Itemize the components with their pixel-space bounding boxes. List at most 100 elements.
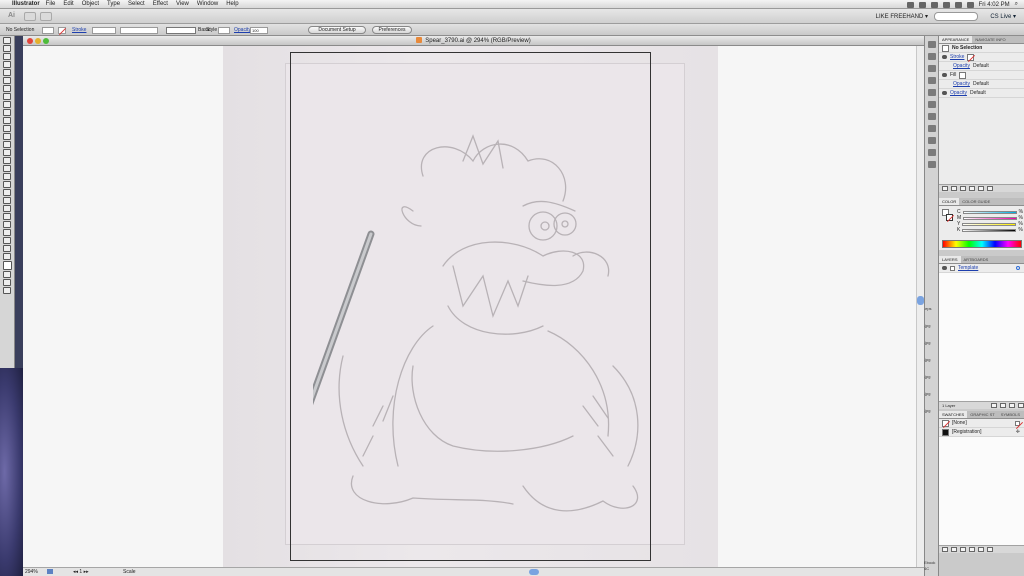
width-tool-icon[interactable]	[3, 149, 11, 156]
clock[interactable]: Fri 4:02 PM	[979, 2, 1010, 8]
blob-brush-tool-icon[interactable]	[3, 117, 11, 124]
swatch-name[interactable]: [None]	[952, 420, 967, 426]
artboard-nav[interactable]: ◂◂ 1 ▸▸	[73, 569, 89, 575]
eyedropper-tool-icon[interactable]	[3, 197, 11, 204]
desktop-label[interactable]: Ebook	[924, 560, 935, 565]
stroke-link[interactable]: Stroke	[72, 27, 86, 33]
tab-layers[interactable]: LAYERS	[939, 256, 961, 263]
graphic-styles-panel-icon[interactable]	[928, 113, 936, 120]
menu-window[interactable]: Window	[197, 1, 218, 7]
stroke-opacity-link[interactable]: Opacity	[953, 63, 970, 69]
visibility-eye-icon[interactable]	[942, 91, 947, 95]
cyan-slider[interactable]	[962, 210, 1017, 214]
slice-tool-icon[interactable]	[3, 237, 11, 244]
zoom-dropdown-icon[interactable]	[47, 569, 53, 574]
stroke-weight-field[interactable]	[92, 26, 116, 34]
style-dropdown[interactable]	[218, 26, 230, 34]
battery-icon[interactable]	[966, 1, 974, 8]
stroke-swatch[interactable]	[58, 26, 66, 34]
selection-tool-icon[interactable]	[3, 37, 11, 44]
dropbox-icon[interactable]	[906, 1, 914, 8]
direct-selection-tool-icon[interactable]	[3, 45, 11, 52]
swatch-libraries-icon[interactable]	[942, 547, 948, 552]
tab-symbols[interactable]: SYMBOLS	[998, 411, 1023, 418]
fill-opacity-link[interactable]: Opacity	[953, 81, 970, 87]
menu-file[interactable]: File	[46, 1, 56, 7]
paintbrush-tool-icon[interactable]	[3, 101, 11, 108]
visibility-eye-icon[interactable]	[942, 73, 947, 77]
brushes-panel-icon[interactable]	[928, 137, 936, 144]
bridge-button[interactable]	[24, 12, 36, 21]
zoom-level-field[interactable]: 294%	[25, 569, 38, 575]
magic-wand-tool-icon[interactable]	[3, 53, 11, 60]
delete-swatch-icon[interactable]	[987, 547, 993, 552]
preferences-button[interactable]: Preferences	[372, 26, 412, 34]
swatch-name[interactable]: [Registration]	[952, 429, 981, 435]
delete-layer-icon[interactable]	[1018, 403, 1024, 408]
opentype-panel-icon[interactable]	[928, 65, 936, 72]
line-tool-icon[interactable]	[3, 85, 11, 92]
document-setup-button[interactable]: Document Setup	[308, 26, 366, 34]
shape-builder-tool-icon[interactable]	[3, 165, 11, 172]
free-transform-tool-icon[interactable]	[3, 157, 11, 164]
file-label[interactable]: .jpg	[924, 323, 938, 328]
rotate-tool-icon[interactable]	[3, 133, 11, 140]
volume-icon[interactable]	[954, 1, 962, 8]
zoom-window-icon[interactable]	[43, 38, 49, 44]
fill-attribute-label[interactable]: Fill	[950, 72, 956, 78]
layer-visibility-icon[interactable]	[942, 266, 947, 270]
layer-name[interactable]: Template	[958, 265, 978, 271]
blend-tool-icon[interactable]	[3, 205, 11, 212]
current-tool-status[interactable]: Scale	[123, 569, 136, 575]
stroke-none-swatch[interactable]	[967, 53, 975, 61]
tab-color[interactable]: COLOR	[939, 198, 960, 205]
stroke-color-proxy[interactable]	[946, 214, 953, 221]
pencil-tool-icon[interactable]	[3, 109, 11, 116]
file-label[interactable]: .jpg	[924, 391, 938, 396]
none-swatch[interactable]	[942, 419, 949, 427]
vertical-scrollbar[interactable]	[916, 46, 924, 567]
scale-tool-icon[interactable]	[3, 141, 11, 148]
type-panel-icon[interactable]	[928, 149, 936, 156]
type-tool-icon[interactable]	[3, 77, 11, 84]
file-label[interactable]: .jpg	[924, 374, 938, 379]
app-menu[interactable]: Illustrator	[12, 1, 40, 7]
tab-swatches[interactable]: SWATCHES	[939, 411, 968, 418]
search-input[interactable]	[934, 12, 978, 21]
black-slider[interactable]	[962, 228, 1017, 232]
color-spectrum-ramp[interactable]	[942, 240, 1022, 248]
menu-effect[interactable]: Effect	[153, 1, 168, 7]
bluetooth-icon[interactable]	[930, 1, 938, 8]
layer-lock-icon[interactable]	[950, 265, 955, 271]
rectangle-tool-icon[interactable]	[3, 93, 11, 100]
yellow-slider[interactable]	[962, 222, 1017, 226]
workspace-switcher[interactable]: LIKE FREEHAND ▾	[876, 13, 928, 20]
eraser-tool-icon[interactable]	[3, 125, 11, 132]
symbol-sprayer-tool-icon[interactable]	[3, 213, 11, 220]
graph-tool-icon[interactable]	[3, 221, 11, 228]
screen-mode-icon[interactable]	[3, 287, 11, 294]
gradient-tool-icon[interactable]	[3, 189, 11, 196]
gradient-panel-icon[interactable]	[928, 89, 936, 96]
horizontal-scroll-thumb[interactable]	[529, 569, 539, 575]
file-label[interactable]: .jpg	[924, 408, 938, 413]
menu-select[interactable]: Select	[128, 1, 145, 7]
vertical-scroll-thumb[interactable]	[917, 296, 924, 305]
show-swatch-kinds-icon[interactable]	[951, 547, 957, 552]
artwork-canvas[interactable]	[23, 46, 916, 567]
opacity-field[interactable]: 100	[250, 26, 268, 34]
delete-item-icon[interactable]	[987, 186, 993, 191]
new-sublayer-icon[interactable]	[1000, 403, 1006, 408]
character-panel-icon[interactable]	[928, 41, 936, 48]
draw-mode-icon[interactable]	[3, 279, 11, 286]
swatch-options-icon[interactable]	[960, 547, 966, 552]
perspective-grid-tool-icon[interactable]	[3, 173, 11, 180]
make-clipping-mask-icon[interactable]	[991, 403, 997, 408]
desktop-label-2[interactable]: 4C	[924, 566, 929, 571]
fill-stroke-icon[interactable]	[3, 261, 12, 270]
layer-target-icon[interactable]	[1016, 266, 1020, 270]
artboard-number[interactable]: 1	[79, 569, 82, 575]
stroke-panel-icon[interactable]	[928, 77, 936, 84]
arrange-documents-button[interactable]	[40, 12, 52, 21]
symbols-panel-icon[interactable]	[928, 125, 936, 132]
